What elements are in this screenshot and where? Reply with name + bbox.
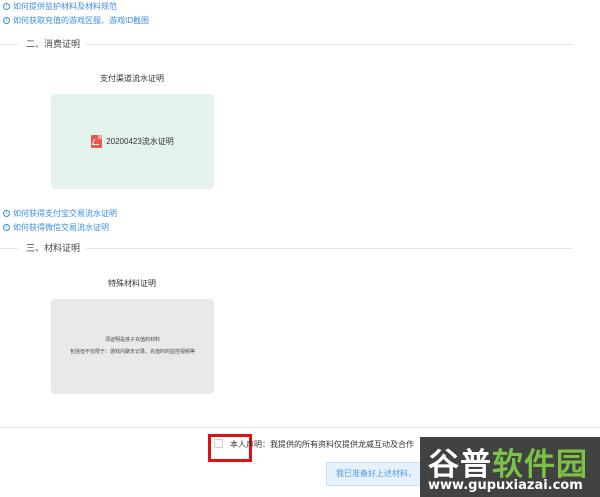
section-header-consumption: 二、消费证明 — [0, 38, 600, 50]
help-link-label: 如何获得支付宝交易流水证明 — [13, 209, 117, 218]
divider — [0, 427, 600, 428]
section-header-materials: 三、材料证明 — [0, 242, 600, 254]
section-title: 三、材料证明 — [26, 243, 81, 253]
help-link-label: 如何获取充值的游戏区服、游戏ID截图 — [13, 16, 149, 25]
section-title: 二、消费证明 — [26, 39, 81, 49]
uploaded-file-name: 20200423流水证明 — [106, 137, 174, 146]
divider — [0, 248, 18, 249]
divider — [0, 44, 18, 45]
help-link-label: 如何获得微信交易流水证明 — [13, 223, 109, 232]
site-watermark: 谷普软件园 www.gupuxiazai.com — [420, 437, 600, 497]
card-label-special-materials: 特殊材料证明 — [108, 279, 156, 288]
help-link-label: 如何提供监护材料及材料规范 — [13, 2, 117, 11]
info-circle-icon: i — [3, 3, 10, 10]
upload-card-payment-flow[interactable]: 20200423流水证明 — [51, 94, 214, 189]
upload-card-special-materials[interactable]: 须证明是孩子充值的材料 包括但不仅限于：游戏内聊天记录、充值时的监控视频等 — [51, 299, 214, 394]
card-label-payment-flow: 支付渠道流水证明 — [100, 74, 164, 83]
help-link-alipay-flow[interactable]: i 如何获得支付宝交易流水证明 — [3, 208, 117, 219]
declaration-text: 本人声明：我提供的所有资料仅提供龙威互动及合作 — [230, 440, 414, 449]
info-circle-icon: i — [3, 210, 10, 217]
divider — [86, 248, 572, 249]
ready-submit-button[interactable]: 我已准备好上述材料， — [326, 462, 426, 486]
help-link-game-screenshot[interactable]: i 如何获取充值的游戏区服、游戏ID截图 — [3, 15, 149, 26]
help-link-guardian-materials[interactable]: i 如何提供监护材料及材料规范 — [3, 1, 117, 12]
upload-hint: 须证明是孩子充值的材料 — [104, 338, 160, 343]
help-link-wechat-flow[interactable]: i 如何获得微信交易流水证明 — [3, 222, 109, 233]
divider — [86, 44, 572, 45]
info-circle-icon: i — [3, 224, 10, 231]
pdf-file-icon — [91, 135, 103, 148]
info-circle-icon: i — [3, 17, 10, 24]
upload-hint: 包括但不仅限于：游戏内聊天记录、充值时的监控视频等 — [69, 350, 195, 355]
watermark-url: www.gupuxiazai.com — [428, 478, 583, 493]
